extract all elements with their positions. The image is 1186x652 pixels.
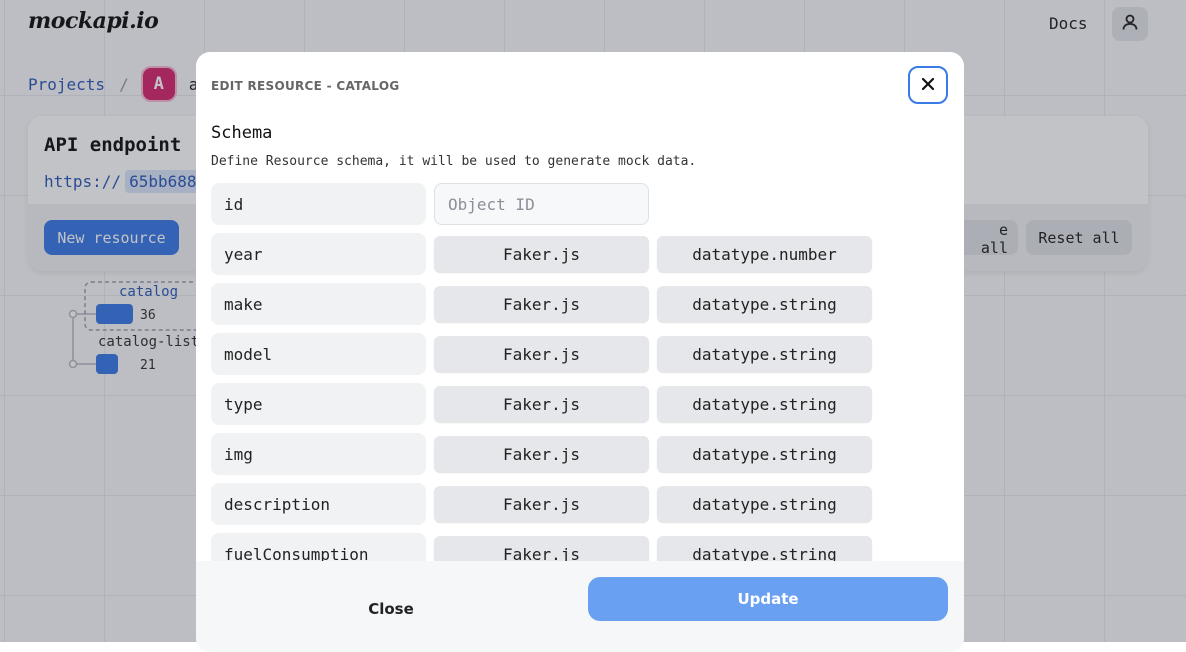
generator-select[interactable]: Faker.js <box>434 236 649 272</box>
edit-resource-modal: EDIT RESOURCE - CATALOG Schema Define Re… <box>196 52 964 652</box>
method-select[interactable]: datatype.string <box>657 336 872 372</box>
field-name-input[interactable]: img <box>211 433 426 475</box>
method-select[interactable]: datatype.string <box>657 486 872 522</box>
schema-row: make Faker.js datatype.string <box>211 283 931 325</box>
generator-select[interactable]: Faker.js <box>434 286 649 322</box>
schema-title: Schema <box>211 123 273 143</box>
field-name-input[interactable]: fuelConsumption <box>211 533 426 561</box>
method-select[interactable]: datatype.string <box>657 286 872 322</box>
schema-row: type Faker.js datatype.string <box>211 383 931 425</box>
field-name-input[interactable]: id <box>211 183 426 225</box>
schema-description: Define Resource schema, it will be used … <box>211 154 697 169</box>
method-select[interactable]: datatype.string <box>657 536 872 561</box>
generator-select[interactable]: Faker.js <box>434 436 649 472</box>
field-name-input[interactable]: model <box>211 333 426 375</box>
schema-row-id: id Object ID <box>211 183 931 225</box>
modal-close-button[interactable] <box>908 66 948 104</box>
schema-row: model Faker.js datatype.string <box>211 333 931 375</box>
schema-fields[interactable]: id Object ID year Faker.js datatype.numb… <box>211 183 931 561</box>
schema-row: img Faker.js datatype.string <box>211 433 931 475</box>
field-name-input[interactable]: year <box>211 233 426 275</box>
schema-row: year Faker.js datatype.number <box>211 233 931 275</box>
generator-select[interactable]: Faker.js <box>434 536 649 561</box>
method-select[interactable]: datatype.number <box>657 236 872 272</box>
field-name-input[interactable]: type <box>211 383 426 425</box>
generator-select[interactable]: Faker.js <box>434 386 649 422</box>
field-name-input[interactable]: description <box>211 483 426 525</box>
field-name-input[interactable]: make <box>211 283 426 325</box>
update-button[interactable]: Update <box>588 577 948 621</box>
modal-heading: EDIT RESOURCE - CATALOG <box>211 79 400 93</box>
object-id-input[interactable]: Object ID <box>434 183 649 225</box>
generator-select[interactable]: Faker.js <box>434 486 649 522</box>
close-button[interactable]: Close <box>331 587 451 631</box>
close-icon <box>921 77 935 94</box>
method-select[interactable]: datatype.string <box>657 386 872 422</box>
schema-row: fuelConsumption Faker.js datatype.string <box>211 533 931 561</box>
schema-row: description Faker.js datatype.string <box>211 483 931 525</box>
modal-footer: Close Update <box>196 561 964 652</box>
method-select[interactable]: datatype.string <box>657 436 872 472</box>
generator-select[interactable]: Faker.js <box>434 336 649 372</box>
